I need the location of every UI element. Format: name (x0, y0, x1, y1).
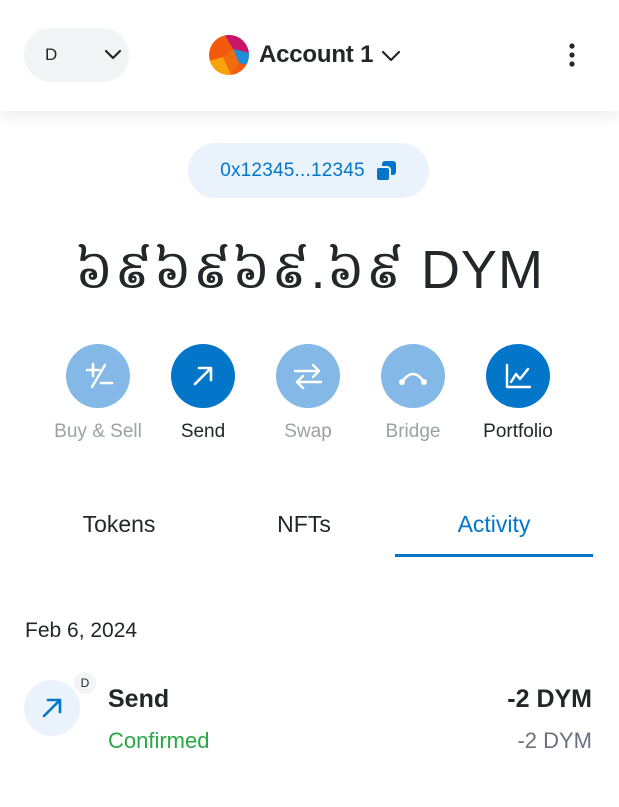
transaction-status: Confirmed (108, 728, 210, 753)
network-avatar: D (45, 45, 58, 64)
asset-tabs: Tokens NFTs Activity (24, 495, 594, 557)
account-address: 0x12345...12345 (220, 159, 365, 181)
chevron-down-icon (104, 49, 122, 60)
balance-display: ៦៩៦៩៦៩.៦៩ DYM (0, 236, 619, 315)
tab-tokens[interactable]: Tokens (24, 495, 214, 557)
transaction-icon: D (24, 670, 98, 742)
send-label: Send (180, 421, 226, 442)
kebab-menu-icon (569, 43, 575, 67)
copy-address-button[interactable]: 0x12345...12345 (188, 143, 429, 198)
buy-sell-circle (66, 344, 130, 408)
send-tx-circle (24, 680, 80, 736)
more-options-button[interactable] (558, 40, 586, 70)
transaction-title: Send (108, 685, 170, 713)
bridge-icon (399, 372, 427, 385)
app-header: D Account 1 (0, 0, 619, 111)
tab-activity[interactable]: Activity (395, 495, 593, 557)
swap-circle (276, 344, 340, 408)
swap-label: Swap (284, 421, 332, 442)
buy-sell-label: Buy & Sell (54, 421, 142, 442)
account-picker[interactable]: Account 1 (209, 35, 401, 75)
portfolio-circle (486, 344, 550, 408)
account-avatar (209, 35, 249, 75)
chart-line-icon (505, 363, 532, 389)
bridge-circle (381, 344, 445, 408)
network-badge: D (72, 670, 98, 696)
activity-list-item[interactable]: D Send Confirmed -2 DYM -2 DYM (0, 670, 619, 762)
wallet-actions: Buy & Sell Send Swap Bridge Portfolio (0, 344, 619, 454)
swap-arrows-icon (293, 363, 323, 390)
send-button[interactable]: Send (148, 344, 258, 443)
network-picker[interactable]: D (24, 28, 129, 82)
buy-sell-button[interactable]: Buy & Sell (43, 344, 153, 443)
arrow-up-right-icon (42, 698, 62, 718)
transaction-secondary-amount: -2 DYM (517, 728, 592, 753)
chevron-down-icon (382, 50, 401, 61)
activity-date-heading: Feb 6, 2024 (25, 619, 138, 642)
portfolio-label: Portfolio (483, 421, 553, 442)
bridge-button[interactable]: Bridge (358, 344, 468, 443)
balance-amount: ៦៩៦៩៦៩.៦៩ (75, 240, 405, 300)
plus-minus-icon (85, 362, 114, 389)
balance-symbol: DYM (420, 240, 544, 300)
tab-nfts[interactable]: NFTs (209, 495, 399, 557)
copy-icon (374, 160, 396, 182)
account-name: Account 1 (259, 41, 374, 68)
bridge-label: Bridge (385, 421, 441, 442)
send-circle (171, 344, 235, 408)
portfolio-button[interactable]: Portfolio (463, 344, 573, 443)
arrow-up-right-icon (193, 366, 213, 386)
swap-button[interactable]: Swap (253, 344, 363, 443)
transaction-amount: -2 DYM (507, 685, 592, 713)
